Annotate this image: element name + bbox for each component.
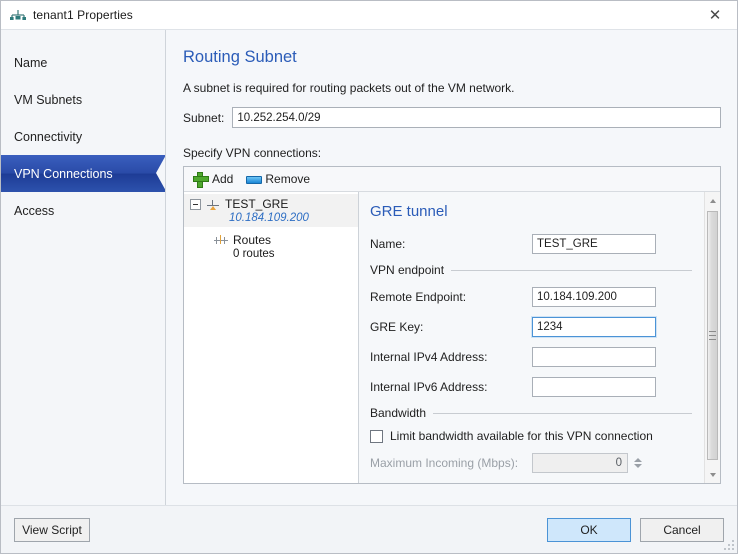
remove-button[interactable]: Remove [244, 169, 317, 190]
bandwidth-group-label: Bandwidth [370, 406, 427, 420]
sidebar-item-vm-subnets[interactable]: VM Subnets [1, 81, 165, 118]
plus-icon [193, 172, 209, 188]
network-tenant-icon [10, 7, 26, 23]
tree-child-subtitle: 0 routes [233, 248, 275, 260]
chevron-up-icon [709, 198, 716, 203]
internal-ipv6-row: Internal IPv6 Address: [370, 376, 692, 397]
page-title: Routing Subnet [183, 48, 297, 66]
sidebar-item-label: VM Subnets [14, 92, 83, 107]
sidebar-item-label: Connectivity [14, 129, 83, 144]
cancel-button[interactable]: Cancel [640, 517, 724, 542]
sidebar-item-connectivity[interactable]: Connectivity [1, 118, 165, 155]
sidebar: Name VM Subnets Connectivity VPN Connect… [1, 30, 166, 505]
gre-key-input[interactable] [531, 315, 657, 338]
tree-item-title: TEST_GRE [225, 197, 289, 211]
vpn-connections-panel: Add Remove TEST_GRE 10.184.109.200 Route… [183, 166, 721, 484]
internal-ipv4-row: Internal IPv4 Address: [370, 346, 692, 367]
title-bar: tenant1 Properties ✕ [1, 1, 737, 29]
name-row: Name: [370, 233, 692, 254]
max-incoming-stepper[interactable] [631, 453, 644, 473]
tree-item-subtitle: 10.184.109.200 [229, 212, 309, 224]
tree-item-routes[interactable]: Routes 0 routes [184, 227, 358, 263]
dialog-footer: View Script OK Cancel [1, 505, 737, 553]
stepper-up-icon[interactable] [633, 458, 642, 462]
limit-bandwidth-checkbox[interactable] [370, 429, 383, 443]
max-incoming-label: Maximum Incoming (Mbps): [370, 456, 519, 470]
internal-ipv6-input[interactable] [532, 376, 656, 397]
name-input[interactable] [532, 233, 656, 254]
vpn-split: TEST_GRE 10.184.109.200 Routes 0 routes … [184, 192, 720, 483]
chevron-down-icon [709, 472, 716, 477]
tree-child-header: Routes [214, 233, 354, 247]
bandwidth-group-header: Bandwidth [370, 406, 692, 420]
internal-ipv6-label: Internal IPv6 Address: [370, 379, 488, 394]
dialog-body: Name VM Subnets Connectivity VPN Connect… [1, 29, 737, 505]
internal-ipv4-input[interactable] [532, 346, 656, 367]
tree-item-header: TEST_GRE [190, 197, 354, 211]
vpn-tree: TEST_GRE 10.184.109.200 Routes 0 routes [184, 192, 359, 483]
window-title: tenant1 Properties [33, 8, 133, 22]
group-divider [433, 412, 692, 414]
vpn-detail-pane: GRE tunnel Name: VPN endpoint Remote End [359, 192, 720, 483]
view-script-button[interactable]: View Script [14, 517, 90, 542]
subnet-input[interactable] [232, 107, 721, 128]
grip-icon [709, 331, 716, 340]
detail-scrollbar[interactable] [704, 192, 720, 483]
sidebar-item-name[interactable]: Name [1, 44, 165, 81]
subnet-row: Subnet: [183, 107, 721, 128]
vpn-endpoint-group-label: VPN endpoint [370, 263, 445, 277]
content-panel: Routing Subnet A subnet is required for … [166, 30, 737, 505]
tree-child-title: Routes [233, 233, 272, 247]
specify-vpn-label: Specify VPN connections: [183, 146, 322, 160]
limit-bandwidth-label: Limit bandwidth available for this VPN c… [390, 429, 653, 443]
vpn-detail-form: GRE tunnel Name: VPN endpoint Remote End [359, 192, 720, 473]
sidebar-item-label: Name [14, 55, 48, 70]
vpn-tunnel-icon [206, 198, 220, 211]
scroll-down-button[interactable] [705, 466, 720, 483]
detail-title: GRE tunnel [370, 203, 448, 220]
vpn-toolbar: Add Remove [184, 167, 720, 192]
collapse-icon[interactable] [190, 198, 201, 210]
minus-icon [246, 172, 263, 186]
remote-endpoint-row: Remote Endpoint: [370, 286, 692, 307]
add-button-label: Add [212, 172, 234, 186]
scroll-up-button[interactable] [705, 192, 720, 209]
max-incoming-row: Maximum Incoming (Mbps): [370, 453, 692, 473]
gre-key-row: GRE Key: [370, 315, 692, 338]
remote-endpoint-label: Remote Endpoint: [370, 289, 467, 304]
name-label: Name: [370, 236, 406, 251]
gre-key-label: GRE Key: [370, 319, 424, 334]
sidebar-item-access[interactable]: Access [1, 192, 165, 229]
resize-grip-icon[interactable] [723, 539, 734, 550]
page-description: A subnet is required for routing packets… [183, 81, 515, 95]
vpn-endpoint-group-header: VPN endpoint [370, 263, 692, 277]
subnet-label: Subnet: [183, 110, 225, 125]
limit-bandwidth-row[interactable]: Limit bandwidth available for this VPN c… [370, 429, 692, 443]
stepper-down-icon[interactable] [633, 464, 642, 468]
properties-dialog: tenant1 Properties ✕ Name VM Subnets Con… [0, 0, 738, 554]
max-incoming-input[interactable] [532, 453, 628, 473]
sidebar-item-label: Access [14, 203, 55, 218]
ok-button[interactable]: OK [547, 517, 631, 542]
remote-endpoint-input[interactable] [532, 286, 656, 307]
sidebar-item-label: VPN Connections [14, 166, 113, 181]
internal-ipv4-label: Internal IPv4 Address: [370, 349, 488, 364]
sidebar-item-vpn-connections[interactable]: VPN Connections [1, 155, 165, 192]
group-divider [451, 269, 692, 271]
scrollbar-thumb[interactable] [707, 211, 718, 460]
footer-actions: OK Cancel [547, 517, 724, 542]
close-icon[interactable]: ✕ [693, 1, 737, 29]
routes-icon [214, 234, 228, 247]
remove-button-label: Remove [265, 172, 311, 186]
add-button[interactable]: Add [191, 169, 240, 190]
tree-item-test-gre[interactable]: TEST_GRE 10.184.109.200 [184, 194, 358, 227]
scrollbar-track[interactable] [705, 209, 720, 466]
